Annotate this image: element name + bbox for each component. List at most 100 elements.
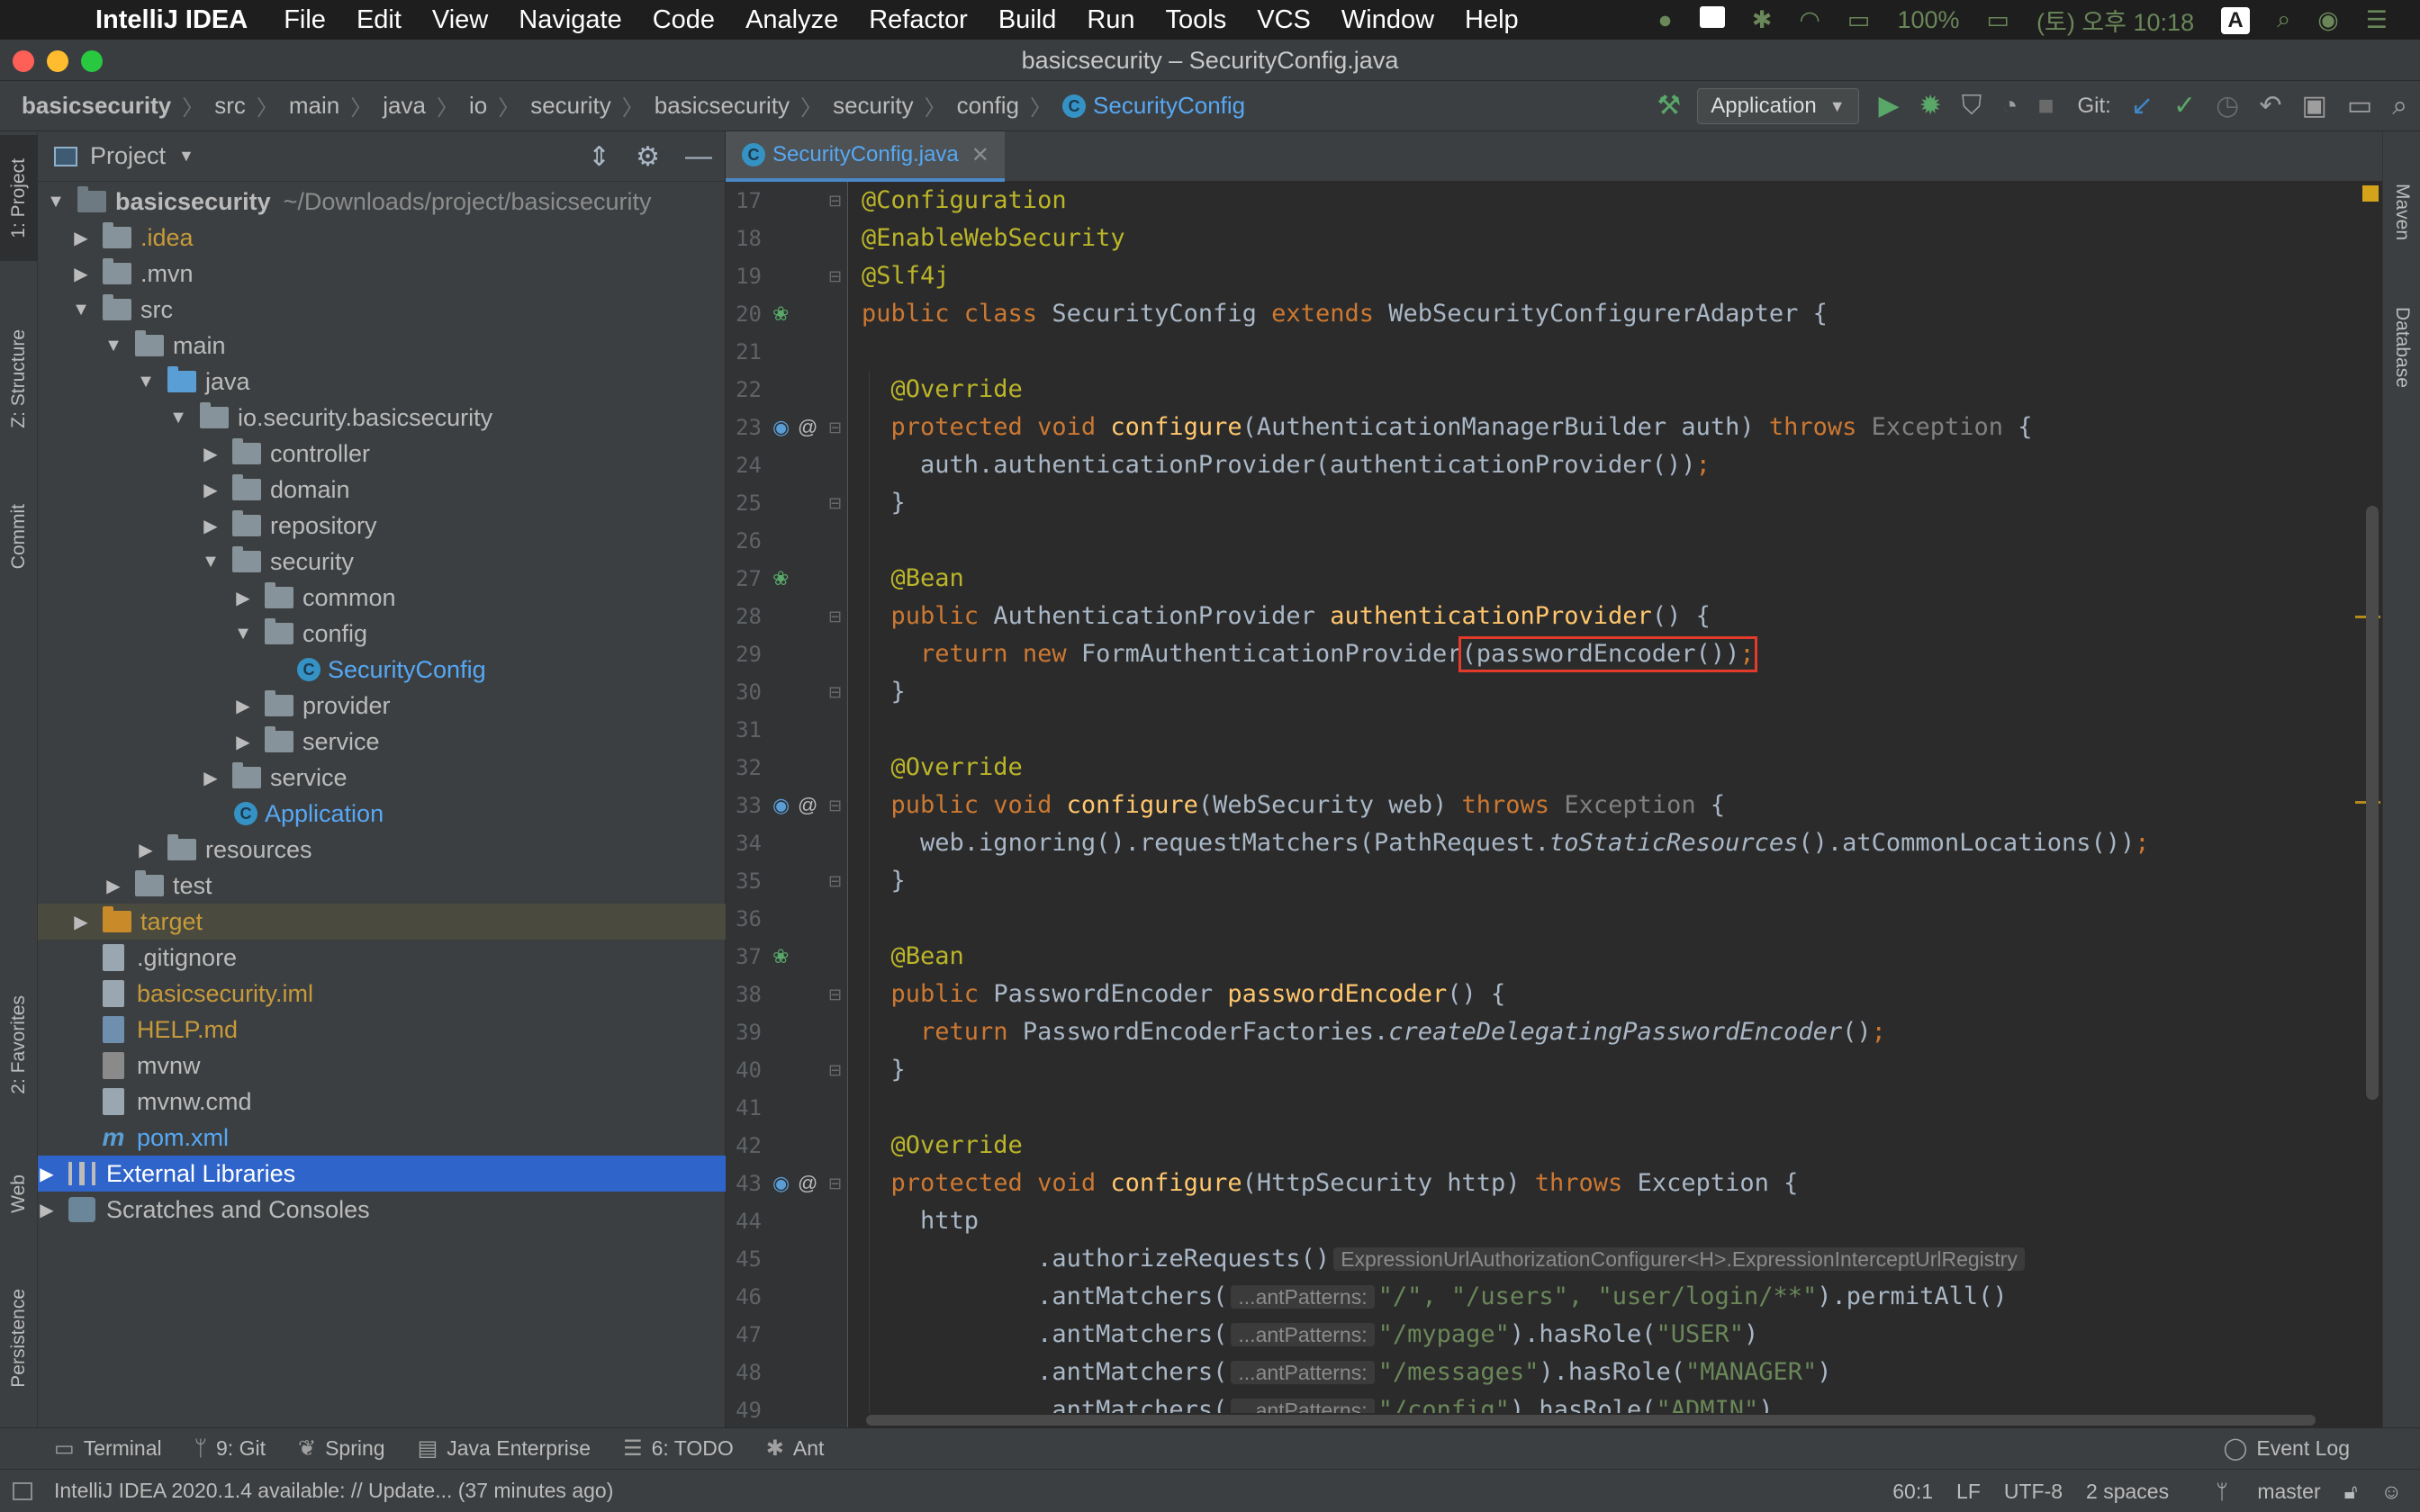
coverage-icon[interactable]: ⛉	[1962, 81, 1982, 131]
tree-item-src[interactable]: ▼ src	[38, 292, 726, 328]
fold-marker-icon[interactable]: ⊟	[828, 1165, 842, 1202]
tree-item-java[interactable]: ▼ java	[38, 364, 726, 400]
tool-tab-ant[interactable]: ✱ Ant	[766, 1436, 825, 1462]
code-editor[interactable]: @Configuration @EnableWebSecurity @Slf4j…	[849, 182, 2361, 1413]
tree-item-service[interactable]: ▶ service	[38, 760, 726, 796]
gear-icon[interactable]: ⚙	[636, 141, 660, 173]
tree-item-package-root[interactable]: ▼ io.security.basicsecurity	[38, 400, 726, 436]
crumb-java[interactable]: java	[383, 92, 426, 120]
horizontal-scrollbar[interactable]	[866, 1415, 2316, 1426]
tree-item-mvnw[interactable]: mvnw	[38, 1048, 726, 1084]
bluetooth-icon[interactable]: ✱	[1752, 6, 1773, 34]
menu-help[interactable]: Help	[1465, 5, 1519, 35]
tree-item-mvnw-cmd[interactable]: mvnw.cmd	[38, 1084, 726, 1120]
spring-bean-gutter-icon[interactable]: ❀	[772, 938, 789, 976]
fold-marker-icon[interactable]: ⊟	[828, 182, 842, 220]
tree-item-controller[interactable]: ▶ controller	[38, 436, 726, 472]
tool-tab-event-log[interactable]: ◯ Event Log	[2224, 1436, 2350, 1462]
annotation-gutter-icon[interactable]: @	[798, 1165, 817, 1202]
override-method-gutter-icon[interactable]: ◉	[772, 787, 790, 824]
override-method-gutter-icon[interactable]: ◉	[772, 409, 790, 446]
collapsed-arrow-icon[interactable]: ▶	[234, 587, 252, 609]
spring-bean-gutter-icon[interactable]: ❀	[772, 295, 789, 333]
git-history-icon[interactable]: ◷	[2216, 81, 2239, 131]
menu-build[interactable]: Build	[998, 5, 1057, 35]
tree-item-domain[interactable]: ▶ domain	[38, 472, 726, 508]
tool-tab-project[interactable]: 1: Project	[0, 135, 38, 261]
tree-item-main[interactable]: ▼ main	[38, 328, 726, 364]
run-configuration-select[interactable]: Application ▼	[1697, 88, 1859, 124]
battery-percent[interactable]: 100%	[1897, 6, 1959, 34]
git-update-icon[interactable]: ↙	[2131, 81, 2154, 131]
menu-run[interactable]: Run	[1087, 5, 1134, 35]
collapsed-arrow-icon[interactable]: ▶	[202, 515, 220, 537]
crumb-security-pkg[interactable]: security	[530, 92, 611, 120]
collapsed-arrow-icon[interactable]: ▶	[72, 227, 90, 249]
tree-item-scratches[interactable]: ▶ Scratches and Consoles	[38, 1192, 726, 1228]
menu-navigate[interactable]: Navigate	[519, 5, 621, 35]
expanded-arrow-icon[interactable]: ▼	[137, 372, 155, 392]
menu-view[interactable]: View	[432, 5, 488, 35]
close-window-button[interactable]	[13, 50, 34, 72]
airplay-icon[interactable]: ▭	[1847, 6, 1871, 34]
wifi-icon[interactable]: ◠	[1799, 6, 1820, 34]
indent-setting[interactable]: 2 spaces	[2086, 1480, 2169, 1504]
crumb-basicsecurity[interactable]: basicsecurity	[655, 92, 790, 120]
fold-marker-icon[interactable]: ⊟	[828, 257, 842, 295]
menu-edit[interactable]: Edit	[357, 5, 402, 35]
menu-code[interactable]: Code	[653, 5, 715, 35]
collapsed-arrow-icon[interactable]: ▶	[137, 839, 155, 861]
editor-tab-securityconfig[interactable]: C SecurityConfig.java ✕	[726, 131, 1005, 182]
crumb-io[interactable]: io	[469, 92, 487, 120]
crumb-main[interactable]: main	[289, 92, 339, 120]
expanded-arrow-icon[interactable]: ▼	[104, 336, 122, 356]
fold-marker-icon[interactable]: ⊟	[828, 484, 842, 522]
menu-tools[interactable]: Tools	[1166, 5, 1227, 35]
collapsed-arrow-icon[interactable]: ▶	[234, 695, 252, 717]
collapsed-arrow-icon[interactable]: ▶	[234, 731, 252, 753]
tree-item-provider[interactable]: ▶ provider	[38, 688, 726, 724]
tool-tab-favorites[interactable]: 2: Favorites	[0, 968, 38, 1121]
collapsed-arrow-icon[interactable]: ▶	[202, 443, 220, 465]
notification-icon[interactable]: ●	[1657, 6, 1672, 34]
annotation-gutter-icon[interactable]: @	[798, 787, 817, 824]
crumb-config[interactable]: config	[957, 92, 1019, 120]
collapsed-arrow-icon[interactable]: ▶	[72, 911, 90, 933]
run-icon[interactable]: ▶	[1879, 81, 1900, 131]
fold-marker-icon[interactable]: ⊟	[828, 787, 842, 824]
stop-icon[interactable]: ■	[2037, 81, 2054, 131]
tool-tab-database[interactable]: Database	[2383, 284, 2420, 410]
file-encoding[interactable]: UTF-8	[2004, 1480, 2063, 1504]
tree-item-securityconfig[interactable]: C SecurityConfig	[38, 652, 726, 688]
chevron-down-icon[interactable]: ▼	[178, 147, 194, 166]
minimize-window-button[interactable]	[47, 50, 68, 72]
crumb-securityconfig[interactable]: SecurityConfig	[1093, 92, 1245, 120]
input-source-icon[interactable]: A	[2221, 5, 2251, 34]
tool-tab-web[interactable]: Web	[0, 1148, 38, 1238]
tree-item-config[interactable]: ▼ config	[38, 616, 726, 652]
project-panel-title[interactable]: Project	[90, 142, 166, 170]
window-layout-icon[interactable]	[1699, 5, 1725, 34]
editor-error-stripe[interactable]	[2341, 182, 2382, 1427]
tree-item-pom-xml[interactable]: m pom.xml	[38, 1120, 726, 1156]
tree-item-security-service[interactable]: ▶ service	[38, 724, 726, 760]
app-menu[interactable]: IntelliJ IDEA	[95, 5, 248, 35]
lock-icon[interactable]: 🔓︎	[2344, 1480, 2358, 1504]
menu-refactor[interactable]: Refactor	[869, 5, 968, 35]
collapsed-arrow-icon[interactable]: ▶	[202, 479, 220, 501]
tree-item-application[interactable]: C Application	[38, 796, 726, 832]
tool-tab-terminal[interactable]: ▭ Terminal	[54, 1436, 162, 1462]
fold-marker-icon[interactable]: ⊟	[828, 598, 842, 635]
fold-marker-icon[interactable]: ⊟	[828, 976, 842, 1013]
tool-tab-java-enterprise[interactable]: ▤ Java Enterprise	[418, 1436, 591, 1462]
collapse-all-icon[interactable]: ⇕	[588, 141, 610, 173]
menu-analyze[interactable]: Analyze	[745, 5, 838, 35]
profile-icon[interactable]: ◔	[2001, 81, 2018, 131]
tree-item-idea[interactable]: ▶ .idea	[38, 220, 726, 256]
fold-marker-icon[interactable]: ⊟	[828, 862, 842, 900]
expanded-arrow-icon[interactable]: ▼	[202, 552, 220, 572]
tree-item-iml[interactable]: basicsecurity.iml	[38, 976, 726, 1012]
override-method-gutter-icon[interactable]: ◉	[772, 1165, 790, 1202]
menu-window[interactable]: Window	[1341, 5, 1434, 35]
search-everywhere-icon[interactable]: ⌕	[2392, 81, 2407, 131]
